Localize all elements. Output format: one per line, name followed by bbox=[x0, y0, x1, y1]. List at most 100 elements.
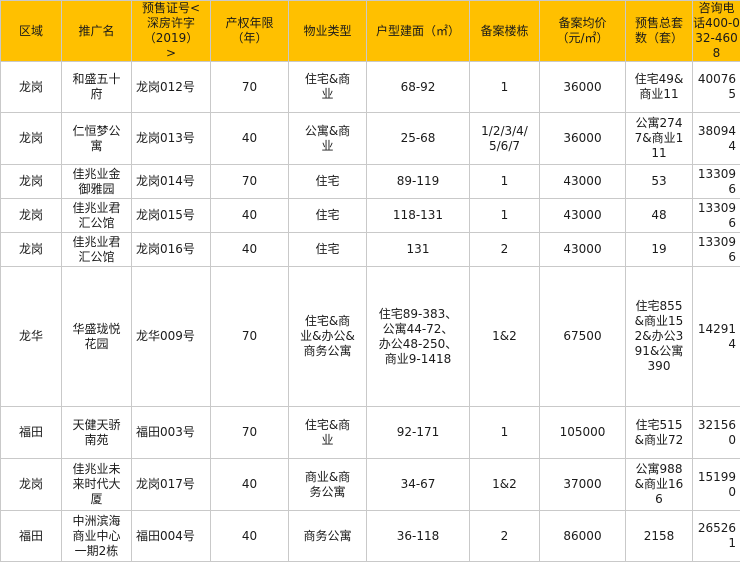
area-cell: 25-68 bbox=[367, 113, 470, 165]
years-cell: 70 bbox=[211, 165, 289, 199]
table-row: 福田天健天骄南苑福田003号70住宅&商业92-1711105000住宅515&… bbox=[1, 407, 740, 459]
years-cell: 70 bbox=[211, 62, 289, 113]
permit-cell: 龙岗016号 bbox=[132, 233, 211, 267]
phone-ext-cell: 133096 bbox=[693, 233, 740, 267]
years-cell: 40 bbox=[211, 199, 289, 233]
buildings-cell: 1 bbox=[470, 199, 540, 233]
permit-cell: 龙岗017号 bbox=[132, 459, 211, 511]
area-cell: 92-171 bbox=[367, 407, 470, 459]
name-cell: 佳兆业未来时代大厦 bbox=[62, 459, 132, 511]
table-row: 龙岗仁恒梦公寓龙岗013号40公寓&商业25-681/2/3/4/5/6/736… bbox=[1, 113, 740, 165]
type-cell: 住宅 bbox=[289, 199, 367, 233]
units-cell: 住宅49&商业11 bbox=[626, 62, 693, 113]
permit-cell: 福田003号 bbox=[132, 407, 211, 459]
district-cell: 龙岗 bbox=[1, 62, 62, 113]
presale-table: 区域 推广名 预售证号<深房许字（2019）> 产权年限（年） 物业类型 户型建… bbox=[0, 0, 740, 562]
phone-ext-cell: 133096 bbox=[693, 199, 740, 233]
buildings-cell: 2 bbox=[470, 233, 540, 267]
price-cell: 105000 bbox=[540, 407, 626, 459]
table-row: 龙华华盛珑悦花园龙华009号70住宅&商业&办公&商务公寓住宅89-383、公寓… bbox=[1, 267, 740, 407]
phone-ext-cell: 142914 bbox=[693, 267, 740, 407]
table-row: 龙岗佳兆业未来时代大厦龙岗017号40商业&商务公寓34-671&237000公… bbox=[1, 459, 740, 511]
name-cell: 中洲滨海商业中心一期2栋 bbox=[62, 511, 132, 562]
column-header-district: 区域 bbox=[1, 1, 62, 62]
phone-ext-cell: 321560 bbox=[693, 407, 740, 459]
permit-cell: 龙华009号 bbox=[132, 267, 211, 407]
buildings-cell: 1 bbox=[470, 407, 540, 459]
years-cell: 40 bbox=[211, 459, 289, 511]
permit-cell: 龙岗015号 bbox=[132, 199, 211, 233]
table-row: 龙岗佳兆业君汇公馆龙岗015号40住宅118-13114300048133096 bbox=[1, 199, 740, 233]
permit-cell: 福田004号 bbox=[132, 511, 211, 562]
area-cell: 34-67 bbox=[367, 459, 470, 511]
phone-ext-cell: 133096 bbox=[693, 165, 740, 199]
name-cell: 和盛五十府 bbox=[62, 62, 132, 113]
column-header-years: 产权年限（年） bbox=[211, 1, 289, 62]
units-cell: 19 bbox=[626, 233, 693, 267]
type-cell: 住宅&商业 bbox=[289, 407, 367, 459]
type-cell: 公寓&商业 bbox=[289, 113, 367, 165]
years-cell: 40 bbox=[211, 511, 289, 562]
district-cell: 龙岗 bbox=[1, 113, 62, 165]
name-cell: 佳兆业金御雅园 bbox=[62, 165, 132, 199]
units-cell: 公寓2747&商业111 bbox=[626, 113, 693, 165]
area-cell: 89-119 bbox=[367, 165, 470, 199]
units-cell: 2158 bbox=[626, 511, 693, 562]
column-header-units: 预售总套数（套） bbox=[626, 1, 693, 62]
price-cell: 36000 bbox=[540, 62, 626, 113]
table-row: 龙岗和盛五十府龙岗012号70住宅&商业68-92136000住宅49&商业11… bbox=[1, 62, 740, 113]
units-cell: 53 bbox=[626, 165, 693, 199]
price-cell: 43000 bbox=[540, 233, 626, 267]
column-header-buildings: 备案楼栋 bbox=[470, 1, 540, 62]
name-cell: 佳兆业君汇公馆 bbox=[62, 233, 132, 267]
phone-ext-cell: 400765 bbox=[693, 62, 740, 113]
district-cell: 龙岗 bbox=[1, 233, 62, 267]
column-header-phone: 咨询电话400-032-4608 bbox=[693, 1, 740, 62]
units-cell: 公寓988&商业166 bbox=[626, 459, 693, 511]
area-cell: 36-118 bbox=[367, 511, 470, 562]
phone-ext-cell: 380944 bbox=[693, 113, 740, 165]
buildings-cell: 1 bbox=[470, 62, 540, 113]
units-cell: 48 bbox=[626, 199, 693, 233]
permit-cell: 龙岗012号 bbox=[132, 62, 211, 113]
district-cell: 福田 bbox=[1, 407, 62, 459]
name-cell: 天健天骄南苑 bbox=[62, 407, 132, 459]
buildings-cell: 1&2 bbox=[470, 459, 540, 511]
type-cell: 住宅&商业&办公&商务公寓 bbox=[289, 267, 367, 407]
phone-ext-cell: 151990 bbox=[693, 459, 740, 511]
header-row: 区域 推广名 预售证号<深房许字（2019）> 产权年限（年） 物业类型 户型建… bbox=[1, 1, 740, 62]
column-header-permit: 预售证号<深房许字（2019）> bbox=[132, 1, 211, 62]
permit-cell: 龙岗014号 bbox=[132, 165, 211, 199]
price-cell: 36000 bbox=[540, 113, 626, 165]
name-cell: 仁恒梦公寓 bbox=[62, 113, 132, 165]
price-cell: 37000 bbox=[540, 459, 626, 511]
district-cell: 龙岗 bbox=[1, 165, 62, 199]
buildings-cell: 1 bbox=[470, 165, 540, 199]
name-cell: 华盛珑悦花园 bbox=[62, 267, 132, 407]
table-row: 龙岗佳兆业金御雅园龙岗014号70住宅89-11914300053133096 bbox=[1, 165, 740, 199]
units-cell: 住宅855&商业152&办公391&公寓390 bbox=[626, 267, 693, 407]
price-cell: 86000 bbox=[540, 511, 626, 562]
price-cell: 43000 bbox=[540, 165, 626, 199]
area-cell: 131 bbox=[367, 233, 470, 267]
district-cell: 福田 bbox=[1, 511, 62, 562]
years-cell: 40 bbox=[211, 113, 289, 165]
table-row: 福田中洲滨海商业中心一期2栋福田004号40商务公寓36-11828600021… bbox=[1, 511, 740, 562]
column-header-area: 户型建面（㎡） bbox=[367, 1, 470, 62]
buildings-cell: 1/2/3/4/5/6/7 bbox=[470, 113, 540, 165]
area-cell: 118-131 bbox=[367, 199, 470, 233]
type-cell: 商务公寓 bbox=[289, 511, 367, 562]
units-cell: 住宅515&商业72 bbox=[626, 407, 693, 459]
type-cell: 住宅 bbox=[289, 165, 367, 199]
table-row: 龙岗佳兆业君汇公馆龙岗016号40住宅13124300019133096 bbox=[1, 233, 740, 267]
buildings-cell: 2 bbox=[470, 511, 540, 562]
permit-cell: 龙岗013号 bbox=[132, 113, 211, 165]
district-cell: 龙岗 bbox=[1, 459, 62, 511]
type-cell: 商业&商务公寓 bbox=[289, 459, 367, 511]
price-cell: 43000 bbox=[540, 199, 626, 233]
district-cell: 龙岗 bbox=[1, 199, 62, 233]
type-cell: 住宅&商业 bbox=[289, 62, 367, 113]
district-cell: 龙华 bbox=[1, 267, 62, 407]
years-cell: 40 bbox=[211, 233, 289, 267]
buildings-cell: 1&2 bbox=[470, 267, 540, 407]
